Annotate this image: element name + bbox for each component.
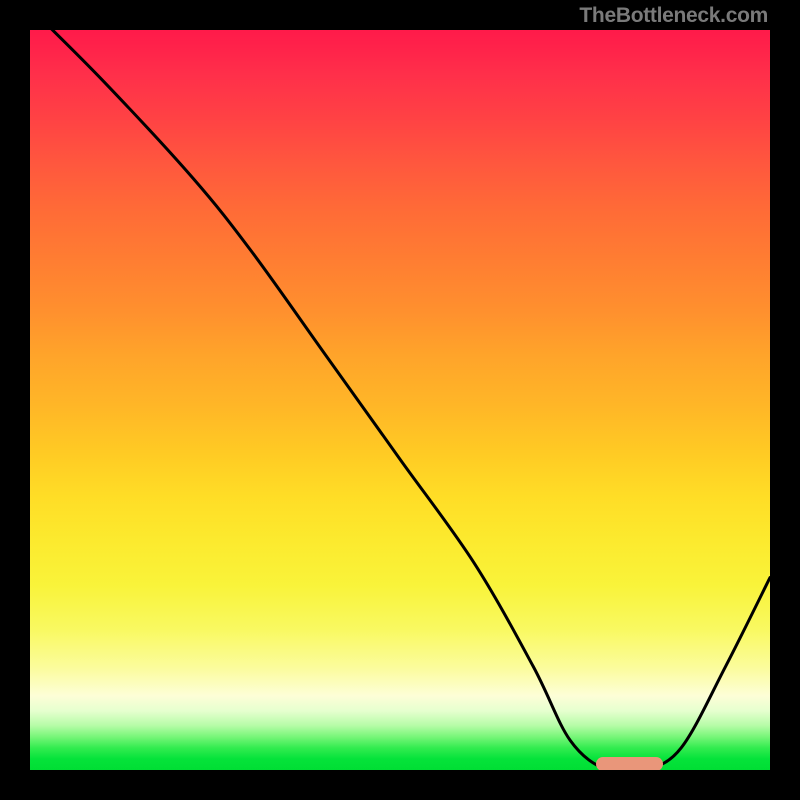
plot-area xyxy=(30,30,770,770)
watermark-label: TheBottleneck.com xyxy=(579,4,768,28)
optimal-marker xyxy=(596,757,663,770)
bottleneck-curve xyxy=(30,30,770,770)
chart-container: TheBottleneck.com xyxy=(0,0,800,800)
